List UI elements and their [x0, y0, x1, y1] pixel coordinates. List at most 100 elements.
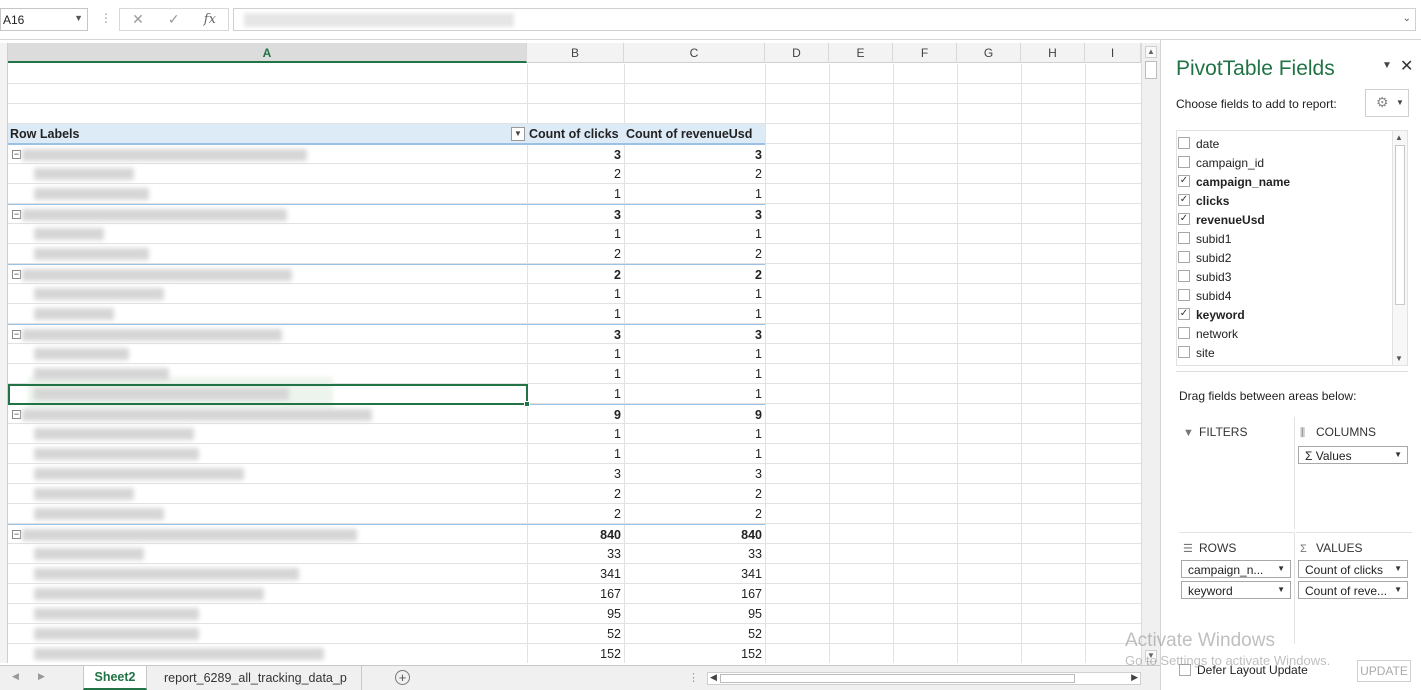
pivot-item-row[interactable]: 22: [8, 504, 765, 524]
scroll-up-icon[interactable]: ▲: [1395, 133, 1403, 142]
field-list[interactable]: date campaign_id ✓ campaign_name ✓ clicks ✓ rev…: [1176, 130, 1408, 366]
scroll-down-icon[interactable]: ▼: [1395, 354, 1403, 363]
pivot-item-row[interactable]: 11: [8, 184, 765, 204]
field-date[interactable]: date: [1177, 134, 1391, 153]
column-header-g[interactable]: G: [957, 43, 1021, 63]
filter-dropdown-icon[interactable]: ▼: [511, 127, 525, 141]
count-of-revenue-header[interactable]: Count of revenueUsd: [626, 127, 752, 141]
cancel-icon[interactable]: ✕: [132, 11, 144, 28]
field-checkbox[interactable]: [1178, 289, 1190, 301]
insert-function-icon[interactable]: fx: [204, 12, 216, 27]
field-subid3[interactable]: subid3: [1177, 267, 1391, 286]
tab-report[interactable]: report_6289_all_tracking_data_p: [150, 666, 362, 690]
active-cell-selection[interactable]: [8, 384, 530, 407]
values-area[interactable]: Σ VALUES Count of clicks ▼ Count of reve.…: [1296, 532, 1412, 642]
scroll-left-icon[interactable]: ◀: [710, 672, 717, 683]
column-header-a[interactable]: A: [8, 43, 527, 63]
tab-splitter-icon[interactable]: ⋮: [688, 671, 699, 684]
column-header-b[interactable]: B: [527, 43, 624, 63]
enter-icon[interactable]: ✓: [168, 11, 180, 28]
tab-scroll-right-icon[interactable]: ▶: [38, 671, 45, 682]
field-checkbox[interactable]: ✓: [1178, 213, 1190, 225]
chevron-down-icon[interactable]: ▼: [74, 13, 83, 23]
pivot-item-row[interactable]: 95 95: [8, 604, 765, 624]
chevron-down-icon[interactable]: ▼: [1394, 450, 1402, 459]
collapse-icon[interactable]: −: [12, 530, 21, 539]
collapse-icon[interactable]: −: [12, 410, 21, 419]
collapse-icon[interactable]: −: [12, 210, 21, 219]
rows-chip-keyword[interactable]: keyword ▼: [1181, 581, 1291, 599]
columns-area[interactable]: ⫼ COLUMNS Σ Values ▼: [1296, 417, 1412, 527]
field-checkbox[interactable]: [1178, 270, 1190, 282]
tools-button[interactable]: ⚙ ▼: [1365, 89, 1409, 117]
vertical-scrollbar[interactable]: ▲ ▼: [1141, 43, 1160, 665]
collapse-icon[interactable]: −: [12, 150, 21, 159]
pivot-item-row[interactable]: 33: [8, 464, 765, 484]
count-of-clicks-header[interactable]: Count of clicks: [529, 127, 619, 141]
field-keyword[interactable]: ✓ keyword: [1177, 305, 1391, 324]
pivot-item-row[interactable]: 11: [8, 344, 765, 364]
values-chip-clicks[interactable]: Count of clicks ▼: [1298, 560, 1408, 578]
field-checkbox[interactable]: [1178, 346, 1190, 358]
pivot-group-row[interactable]: − 840 840: [8, 524, 765, 544]
scroll-up-icon[interactable]: ▲: [1145, 46, 1157, 58]
horizontal-scrollbar[interactable]: ◀ ▶: [707, 672, 1141, 685]
field-subid4[interactable]: subid4: [1177, 286, 1391, 305]
field-checkbox[interactable]: [1178, 137, 1190, 149]
field-subid2[interactable]: subid2: [1177, 248, 1391, 267]
rows-area[interactable]: ☰ ROWS campaign_n... ▼ keyword ▼: [1179, 532, 1295, 644]
pivot-item-row[interactable]: 22: [8, 484, 765, 504]
close-icon[interactable]: ✕: [1400, 56, 1413, 76]
update-button[interactable]: UPDATE: [1357, 660, 1411, 682]
field-subid1[interactable]: subid1: [1177, 229, 1391, 248]
field-adtitle[interactable]: adtitle: [1177, 362, 1391, 366]
collapse-icon[interactable]: −: [12, 270, 21, 279]
pivot-item-row[interactable]: 152 152: [8, 644, 765, 663]
rows-chip-campaign-name[interactable]: campaign_n... ▼: [1181, 560, 1291, 578]
formula-input[interactable]: ⌄: [233, 8, 1416, 31]
scrollbar-thumb[interactable]: [1395, 145, 1405, 305]
field-checkbox[interactable]: ✓: [1178, 175, 1190, 187]
scroll-right-icon[interactable]: ▶: [1131, 672, 1138, 683]
column-header-e[interactable]: E: [829, 43, 893, 63]
pane-options-icon[interactable]: ▼: [1382, 60, 1392, 71]
add-sheet-icon[interactable]: +: [395, 670, 410, 685]
pivot-item-row[interactable]: 11: [8, 304, 765, 324]
pivot-item-row[interactable]: 22: [8, 164, 765, 184]
chevron-down-icon[interactable]: ▼: [1277, 585, 1285, 594]
defer-checkbox[interactable]: [1179, 664, 1191, 676]
pivot-group-row[interactable]: − 3 3: [8, 204, 765, 224]
field-checkbox[interactable]: ✓: [1178, 194, 1190, 206]
chevron-down-icon[interactable]: ▼: [1394, 585, 1402, 594]
scroll-down-icon[interactable]: ▼: [1145, 650, 1157, 662]
field-checkbox[interactable]: [1178, 251, 1190, 263]
field-checkbox[interactable]: [1178, 365, 1190, 366]
field-checkbox[interactable]: [1178, 327, 1190, 339]
field-campaign-id[interactable]: campaign_id: [1177, 153, 1391, 172]
row-labels-header[interactable]: Row Labels: [10, 127, 79, 141]
pivot-item-row[interactable]: 167 167: [8, 584, 765, 604]
pivot-group-row[interactable]: − 3 3: [8, 144, 765, 164]
column-header-c[interactable]: C: [624, 43, 765, 63]
column-header-d[interactable]: D: [765, 43, 829, 63]
fill-handle[interactable]: [524, 401, 530, 407]
expand-formula-bar-icon[interactable]: ⌄: [1403, 13, 1411, 24]
field-checkbox[interactable]: [1178, 232, 1190, 244]
more-options-icon[interactable]: ⋮: [100, 11, 112, 25]
column-header-i[interactable]: I: [1085, 43, 1141, 63]
values-chip-revenue[interactable]: Count of reve... ▼: [1298, 581, 1408, 599]
pivot-item-row[interactable]: 341 341: [8, 564, 765, 584]
field-campaign-name[interactable]: ✓ campaign_name: [1177, 172, 1391, 191]
tab-scroll-left-icon[interactable]: ◀: [12, 671, 19, 682]
pivot-group-row[interactable]: − 2 2: [8, 264, 765, 284]
filters-area[interactable]: ▼ FILTERS: [1179, 417, 1295, 529]
pivot-item-row[interactable]: 11: [8, 444, 765, 464]
pivot-group-row[interactable]: − 9 9: [8, 404, 765, 424]
name-box[interactable]: A16 ▼: [0, 8, 88, 31]
defer-layout-update[interactable]: Defer Layout Update: [1179, 663, 1308, 677]
columns-chip-values[interactable]: Σ Values ▼: [1298, 446, 1408, 464]
field-checkbox[interactable]: [1178, 156, 1190, 168]
field-site[interactable]: site: [1177, 343, 1391, 362]
tab-sheet2[interactable]: Sheet2: [83, 666, 147, 690]
field-network[interactable]: network: [1177, 324, 1391, 343]
